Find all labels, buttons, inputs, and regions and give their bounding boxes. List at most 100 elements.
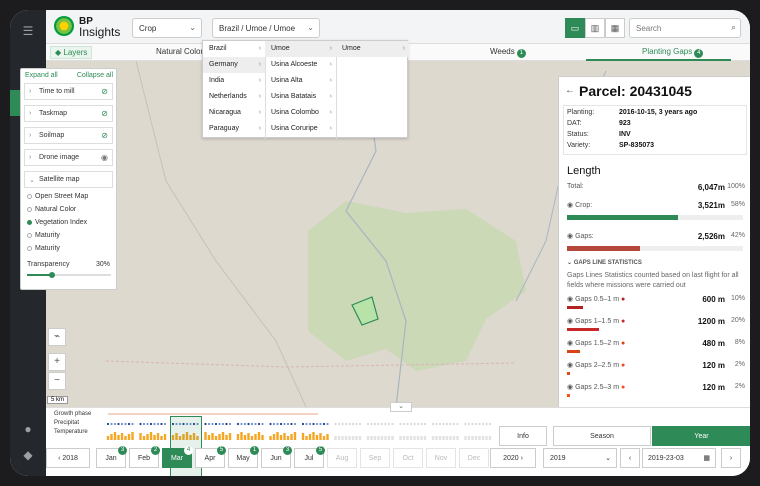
dropdown-item[interactable]: Paraguay › <box>203 121 265 137</box>
eye-icon[interactable]: ◉ <box>567 362 575 369</box>
info-button[interactable]: Info <box>499 426 547 446</box>
calendar-icon[interactable]: ▦ <box>703 449 710 468</box>
location-select[interactable]: Brazil / Umoe / Umoe ⌄ <box>212 18 320 38</box>
eye-icon[interactable]: ◉ <box>567 296 575 303</box>
tab-label: Weeds <box>490 47 515 56</box>
dropdown-item[interactable]: Umoe › <box>336 41 409 57</box>
season-button[interactable]: Season <box>553 426 651 446</box>
chevron-right-icon: › <box>258 77 261 84</box>
crop-select[interactable]: Crop ⌄ <box>132 18 202 38</box>
split-view-button[interactable]: ▥ <box>585 18 605 38</box>
tab-label: Planting Gaps <box>642 47 693 56</box>
ruler-icon[interactable]: ⌁ <box>48 328 66 346</box>
layer-label: Time to mill <box>39 88 75 95</box>
dropdown-item[interactable]: Usina Alcoeste › <box>265 57 336 73</box>
chevron-right-icon: › <box>402 45 405 52</box>
tab-planting-gaps[interactable]: Planting Gaps 4 <box>642 47 704 58</box>
eye-icon[interactable]: ◉ <box>567 318 575 325</box>
single-view-button[interactable]: ▭ <box>565 18 585 38</box>
eye-off-icon[interactable]: ⊘ <box>101 131 108 140</box>
search-input[interactable] <box>629 18 741 38</box>
precipitation-mark <box>384 422 387 426</box>
temperature-bar <box>319 433 322 440</box>
precipitation-mark <box>348 422 351 426</box>
radio-maturity-2[interactable]: Maturity <box>27 245 60 252</box>
eye-icon[interactable]: ◉ <box>567 384 575 391</box>
layer-drone-image[interactable]: › Drone image ◉ <box>24 149 113 166</box>
back-arrow-icon[interactable]: ← <box>565 85 575 96</box>
gap-row-label: Gaps 2.5–3 m <box>575 384 620 391</box>
eye-off-icon[interactable]: ⊘ <box>101 87 108 96</box>
tab-weeds[interactable]: Weeds 1 <box>490 47 526 58</box>
dropdown-item[interactable]: India › <box>203 73 265 89</box>
month-label: Jun <box>270 455 282 462</box>
prev-year-button[interactable]: ‹ 2018 <box>46 448 90 468</box>
total-label: Total: <box>567 183 584 190</box>
precipitation-mark <box>315 422 319 426</box>
user-icon[interactable]: ● <box>10 416 46 442</box>
layers-button[interactable]: ◆ Layers <box>50 46 93 59</box>
dropdown-item[interactable]: Brazil › <box>203 41 265 57</box>
dropdown-item[interactable]: Usina Alta › <box>265 73 336 89</box>
weather-marks <box>106 422 492 440</box>
month-label: Oct <box>402 455 414 462</box>
month-jul[interactable]: Jul 5 <box>294 446 325 468</box>
precipitation-mark <box>431 422 435 426</box>
precipitation-mark <box>254 422 257 426</box>
collapse-timeline-button[interactable]: ⌄ <box>390 402 412 412</box>
eye-icon[interactable]: ◉ <box>567 202 575 209</box>
dropdown-item-label: Usina Coruripe <box>271 125 318 132</box>
temperature-bar <box>478 436 481 440</box>
apps-cube-icon[interactable]: ◆ <box>10 442 46 468</box>
tab-natural-color[interactable]: Natural Color <box>156 47 203 56</box>
year-select[interactable]: 2019 ⌄ <box>543 448 617 468</box>
dropdown-item[interactable]: Umoe › <box>265 41 336 57</box>
temperature-bar <box>409 436 413 440</box>
eye-off-icon[interactable]: ⊘ <box>101 109 108 118</box>
menu-icon[interactable]: ☰ <box>10 18 46 44</box>
dropdown-item-label: Usina Alcoeste <box>271 61 318 68</box>
dropdown-item[interactable]: Nicaragua › <box>203 105 265 121</box>
zoom-in-button[interactable]: + <box>48 353 66 371</box>
month-jan[interactable]: Jan 3 <box>96 446 127 468</box>
layer-soilmap[interactable]: › Soilmap ⊘ <box>24 127 113 144</box>
eye-icon[interactable]: ◉ <box>567 233 575 240</box>
radio-natural-color[interactable]: Natural Color <box>27 206 76 213</box>
next-date-button[interactable]: › <box>721 448 741 468</box>
dropdown-item[interactable]: Germany › <box>203 57 265 73</box>
precipitation-mark <box>326 422 329 426</box>
layer-satellite-map[interactable]: ⌄ Satellite map <box>24 171 113 188</box>
gaps-row: ◉ Gaps: 2,526m 42% <box>567 232 745 241</box>
radio-vegetation-index[interactable]: Vegetation Index <box>27 219 87 226</box>
dropdown-item[interactable]: Usina Colombo › <box>265 105 336 121</box>
dropdown-item[interactable]: Usina Batatais › <box>265 89 336 105</box>
gap-row-bar <box>567 328 743 331</box>
month-jun[interactable]: Jun 3 <box>261 446 292 468</box>
year-button[interactable]: Year <box>652 426 750 446</box>
grid-view-button[interactable]: ▦ <box>605 18 625 38</box>
prev-date-button[interactable]: ‹ <box>620 448 640 468</box>
eye-icon[interactable]: ◉ <box>567 340 575 347</box>
month-apr[interactable]: Apr 5 <box>195 446 226 468</box>
radio-open-street-map[interactable]: Open Street Map <box>27 193 88 200</box>
crop-value: 3,521m <box>697 201 725 210</box>
next-year-button[interactable]: 2020 › <box>490 448 536 468</box>
gap-stats-toggle[interactable]: ⌄ GAPS LINE STATISTICS <box>567 259 642 266</box>
dropdown-item[interactable]: Usina Coruripe › <box>265 121 336 137</box>
location-select-label: Brazil / Umoe / Umoe <box>219 24 296 33</box>
date-field[interactable]: 2019-23-03 ▦ <box>642 448 716 468</box>
zoom-out-button[interactable]: − <box>48 372 66 390</box>
layer-time-to-mill[interactable]: › Time to mill ⊘ <box>24 83 113 100</box>
transparency-slider[interactable] <box>27 272 111 278</box>
eye-icon[interactable]: ◉ <box>101 153 108 162</box>
radio-maturity[interactable]: Maturity <box>27 232 60 239</box>
temperature-bar <box>301 433 305 440</box>
expand-all-link[interactable]: Expand all <box>25 72 58 79</box>
collapse-all-link[interactable]: Collapse all <box>77 72 113 79</box>
dropdown-item[interactable]: Netherlands › <box>203 89 265 105</box>
month-feb[interactable]: Feb 2 <box>129 446 160 468</box>
layer-taskmap[interactable]: › Taskmap ⊘ <box>24 105 113 122</box>
month-mar[interactable]: Mar 4 <box>162 446 193 468</box>
month-may[interactable]: May 1 <box>228 446 259 468</box>
slider-handle[interactable] <box>49 272 56 278</box>
